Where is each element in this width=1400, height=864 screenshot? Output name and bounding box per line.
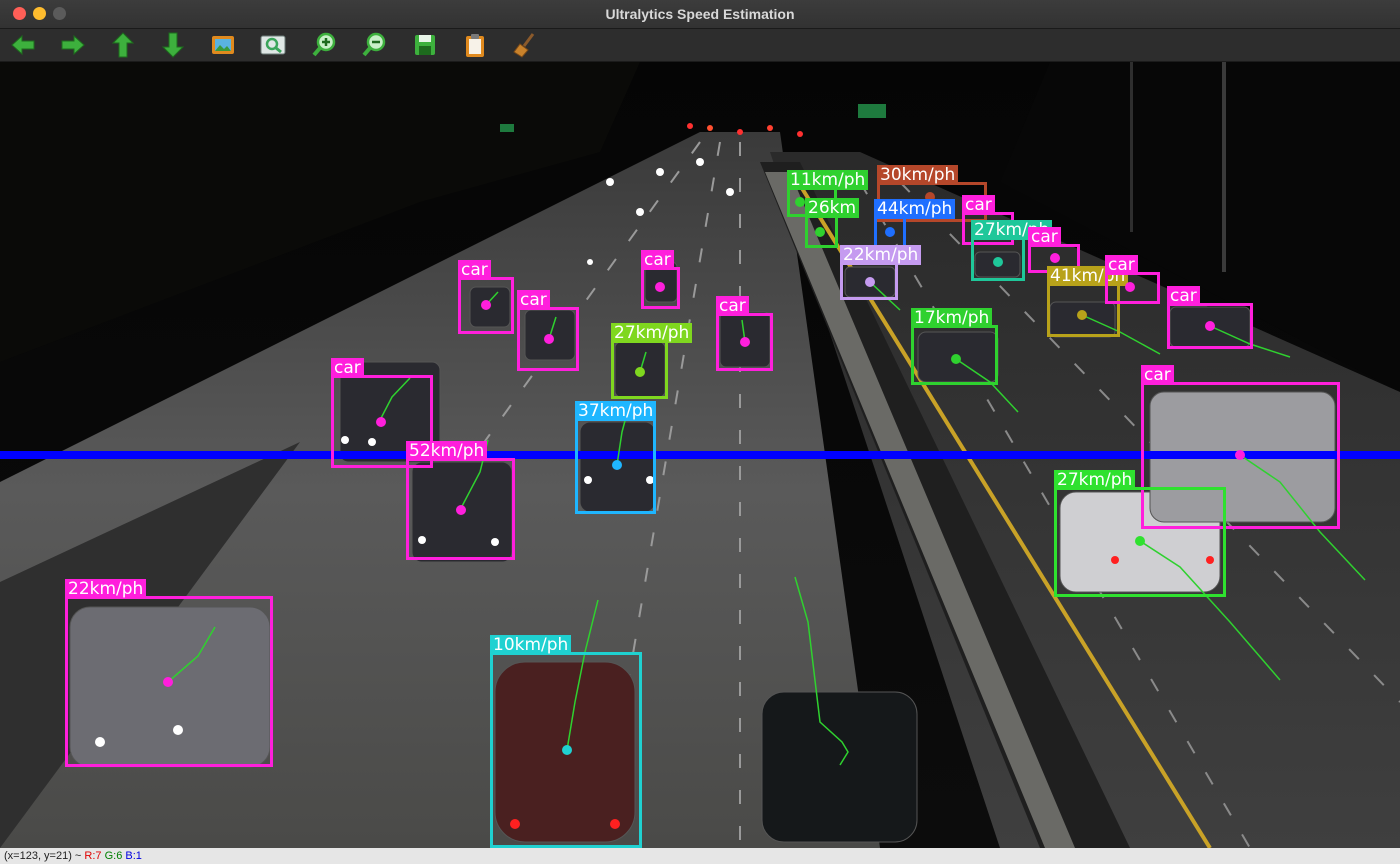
detection-centroid (163, 677, 173, 687)
detection-label: 37km/ph (575, 401, 657, 421)
back-button[interactable] (8, 31, 38, 59)
cursor-coords: (x=123, y=21) ~ (4, 850, 82, 862)
down-button[interactable] (158, 31, 188, 59)
detection-centroid (1135, 536, 1145, 546)
back-arrow-icon (11, 34, 35, 56)
detection-centroid (1077, 310, 1087, 320)
broom-icon (513, 33, 535, 58)
pixel-b: B:1 (125, 850, 142, 862)
down-arrow-icon (161, 32, 185, 58)
detection-label: 26km (805, 198, 860, 218)
zoom-in-icon (312, 32, 336, 57)
zoom-fit-icon (260, 35, 286, 55)
detection-label: car (716, 296, 749, 316)
detection-centroid (655, 282, 665, 292)
clear-button[interactable] (510, 31, 540, 59)
save-icon (415, 35, 435, 55)
detection-centroid (795, 197, 805, 207)
detection-label: car (641, 250, 674, 270)
zoom-in-button[interactable] (310, 31, 340, 59)
forward-button[interactable] (58, 31, 88, 59)
image-button[interactable] (208, 31, 238, 59)
zoom-out-button[interactable] (360, 31, 390, 59)
detection-centroid (1205, 321, 1215, 331)
detection-label: car (517, 290, 550, 310)
up-button[interactable] (108, 31, 138, 59)
app-window: Ultralytics Speed Estimation 11km/ph 30k… (0, 0, 1400, 864)
detection-centroid (544, 334, 554, 344)
detection-label: 11km/ph (787, 170, 869, 190)
clipboard-button[interactable] (460, 31, 490, 59)
detection-label: 22km/ph (65, 579, 147, 599)
detection-centroid (481, 300, 491, 310)
forward-arrow-icon (61, 34, 85, 56)
zoom-out-icon (362, 32, 386, 57)
save-button[interactable] (410, 31, 440, 59)
toolbar (0, 29, 1400, 62)
pixel-g: G:6 (104, 850, 123, 862)
detection-label: car (962, 195, 995, 215)
detection-label: 17km/ph (911, 308, 993, 328)
detection-label: 44km/ph (874, 199, 956, 219)
detection-label: 22km/ph (840, 245, 922, 265)
detection-label: car (458, 260, 491, 280)
detection-label: 27km/ph (611, 323, 693, 343)
pixel-r: R:7 (84, 850, 102, 862)
detection-centroid (951, 354, 961, 364)
detection-centroid (1125, 282, 1135, 292)
detection-centroid (635, 367, 645, 377)
detection-centroid (993, 257, 1003, 267)
detection-centroid (376, 417, 386, 427)
title-bar[interactable]: Ultralytics Speed Estimation (0, 0, 1400, 29)
detection-centroid (1235, 450, 1245, 460)
detection-label: car (1105, 255, 1138, 275)
detection-centroid (456, 505, 466, 515)
detection-centroid (1050, 253, 1060, 263)
detection-centroid (865, 277, 875, 287)
detection-label: 27km/ph (1054, 470, 1136, 490)
clipboard-icon (466, 34, 484, 57)
image-icon (212, 36, 234, 54)
detection-centroid (740, 337, 750, 347)
detection-centroid (815, 227, 825, 237)
status-bar: (x=123, y=21) ~ R:7 G:6 B:1 (0, 848, 1400, 864)
detection-label: car (331, 358, 364, 378)
detection-centroid (562, 745, 572, 755)
detection-label: 52km/ph (406, 441, 488, 461)
detection-label: 10km/ph (490, 635, 572, 655)
detection-label: car (1028, 227, 1061, 247)
detection-label: car (1141, 365, 1174, 385)
detection-centroid (612, 460, 622, 470)
window-title: Ultralytics Speed Estimation (605, 6, 795, 22)
detection-label: car (1167, 286, 1200, 306)
up-arrow-icon (111, 32, 135, 58)
zoom-fit-button[interactable] (258, 31, 288, 59)
video-frame[interactable]: 11km/ph 30km/ph 26km 44km/ph car 27km/ph 22km/… (0, 62, 1400, 848)
detection-label: 30km/ph (877, 165, 959, 185)
detection-centroid (885, 227, 895, 237)
